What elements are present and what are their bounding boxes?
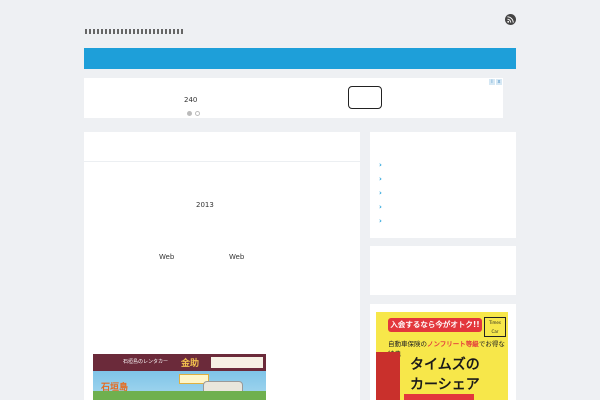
site-tagline-text: □□□□□□□□□□□□□□□□□□□□□□□□□ xyxy=(85,27,227,34)
carousel-dot-1[interactable] xyxy=(187,111,192,116)
times-car-logo: Times Car xyxy=(484,317,506,337)
sidebar-empty-widget xyxy=(370,246,516,295)
web-text-left: Web xyxy=(159,253,175,261)
ad-close-icon[interactable]: x xyxy=(496,79,502,85)
chevron-right-icon: › xyxy=(379,203,382,211)
article-image-brand: 金助 xyxy=(181,359,200,369)
title-divider xyxy=(84,161,360,162)
ad-slide-frame[interactable] xyxy=(348,86,382,109)
chevron-right-icon: › xyxy=(379,217,382,225)
main-content: 2013 Web Web 石垣島のレンタカー 金助 石垣島 xyxy=(84,132,360,400)
article-image-hill xyxy=(93,391,266,400)
site-tagline: □□□□□□□□□□□□□□□□□□□□□□□□□ xyxy=(85,27,183,35)
article-image-header: 石垣島のレンタカー 金助 xyxy=(93,354,266,371)
sidebar-link-2[interactable]: › xyxy=(379,175,509,184)
ad-choices[interactable]: i x xyxy=(489,79,502,85)
sidebar-links-widget: › › › › › xyxy=(370,132,516,238)
chevron-right-icon: › xyxy=(379,161,382,169)
ad-carousel[interactable]: 240 i x xyxy=(84,78,503,118)
chevron-right-icon: › xyxy=(379,189,382,197)
sidebar-link-5[interactable]: › xyxy=(379,217,509,226)
sidebar-link-4[interactable]: › xyxy=(379,203,509,212)
sidebar-ad-widget: 入会するなら今がオトク!! Times Car 自動車保険のノンフリート等級でお… xyxy=(370,304,516,400)
times-car-ad[interactable]: 入会するなら今がオトク!! Times Car 自動車保険のノンフリート等級でお… xyxy=(376,312,508,400)
ad-headline-1: タイムズの xyxy=(410,357,480,373)
carousel-dot-2[interactable] xyxy=(195,111,200,116)
article-image-label: 石垣島のレンタカー xyxy=(123,359,169,365)
article-image-info-panel xyxy=(211,357,263,368)
ad-subline-prefix: 自動車保険の xyxy=(388,340,427,348)
chevron-right-icon: › xyxy=(379,175,382,183)
ad-bottom-strip xyxy=(404,394,474,400)
article-image[interactable]: 石垣島のレンタカー 金助 石垣島 xyxy=(93,354,266,400)
ad-count-text: 240 xyxy=(184,96,198,104)
ad-headline-2: カーシェア xyxy=(410,377,480,393)
rss-icon[interactable] xyxy=(505,14,516,25)
ad-banner: 入会するなら今がオトク!! xyxy=(388,318,482,332)
sidebar-link-3[interactable]: › xyxy=(379,189,509,198)
year-text: 2013 xyxy=(196,201,214,209)
ad-subline-highlight: ノンフリート等級 xyxy=(427,340,479,348)
ad-car-image xyxy=(376,352,400,400)
global-navbar[interactable] xyxy=(84,48,516,69)
web-text-right: Web xyxy=(229,253,245,261)
ad-info-icon[interactable]: i xyxy=(489,79,495,85)
sidebar-link-1[interactable]: › xyxy=(379,161,509,170)
